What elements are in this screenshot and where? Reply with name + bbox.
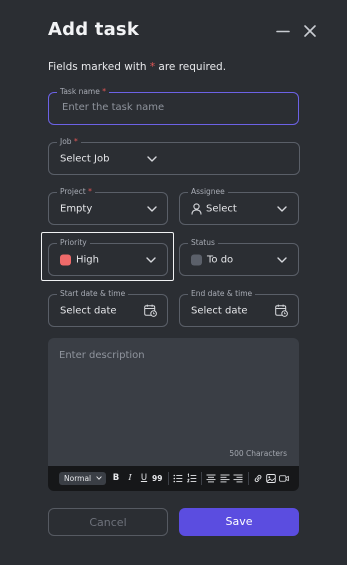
- bullet-list-icon[interactable]: [173, 473, 183, 484]
- video-icon[interactable]: [279, 473, 289, 484]
- status-select[interactable]: Status To do: [179, 238, 299, 276]
- chevron-down-icon: [96, 476, 102, 480]
- task-name-input[interactable]: [60, 101, 284, 114]
- italic-button[interactable]: I: [125, 473, 135, 484]
- start-date-field[interactable]: Start date & time Select date: [48, 289, 168, 327]
- cancel-button[interactable]: Cancel: [48, 508, 168, 536]
- job-label-text: Job: [60, 137, 72, 146]
- close-icon[interactable]: [301, 22, 319, 40]
- end-date-label: End date & time: [188, 289, 256, 299]
- toolbar-divider: [168, 472, 169, 485]
- dialog-title: Add task: [48, 19, 140, 40]
- task-name-required-star: *: [102, 87, 106, 96]
- project-label: Project *: [57, 187, 95, 197]
- priority-color-swatch: [60, 254, 71, 265]
- quote-button[interactable]: 99: [152, 473, 162, 484]
- link-icon[interactable]: [253, 473, 263, 484]
- job-label: Job *: [57, 137, 81, 147]
- align-right-icon[interactable]: [233, 473, 243, 484]
- assignee-select[interactable]: Assignee Select: [179, 187, 299, 225]
- toolbar-divider: [201, 472, 202, 485]
- underline-button[interactable]: U: [139, 473, 149, 484]
- chevron-down-icon: [277, 256, 287, 263]
- align-left-icon[interactable]: [220, 473, 230, 484]
- chevron-down-icon: [147, 205, 157, 212]
- calendar-clock-icon: [144, 304, 157, 317]
- status-label: Status: [188, 238, 218, 248]
- description-editor[interactable]: Enter description 500 Characters: [48, 338, 299, 466]
- person-icon: [191, 203, 202, 215]
- status-value: To do: [207, 254, 234, 265]
- priority-label: Priority: [57, 238, 90, 248]
- project-select[interactable]: Project * Empty: [48, 187, 168, 225]
- start-date-value: Select date: [60, 305, 117, 316]
- assignee-label: Assignee: [188, 187, 228, 197]
- save-button[interactable]: Save: [179, 508, 299, 536]
- chevron-down-icon: [147, 155, 157, 162]
- editor-toolbar: Normal B I U 99: [48, 466, 299, 491]
- task-name-field[interactable]: Task name *: [48, 87, 299, 125]
- priority-select[interactable]: Priority High: [48, 238, 168, 276]
- character-count: 500 Characters: [229, 449, 287, 458]
- image-icon[interactable]: [266, 473, 276, 484]
- numbered-list-icon[interactable]: [187, 473, 197, 484]
- calendar-clock-icon: [275, 304, 288, 317]
- job-value: Select Job: [60, 153, 110, 164]
- project-label-text: Project: [60, 187, 86, 196]
- status-color-swatch: [191, 254, 202, 265]
- minimize-icon[interactable]: [274, 22, 292, 40]
- bold-button[interactable]: B: [111, 473, 121, 484]
- description-placeholder: Enter description: [59, 350, 145, 361]
- required-note-text: Fields marked with: [48, 61, 150, 73]
- task-name-label-text: Task name: [60, 87, 100, 96]
- job-select[interactable]: Job * Select Job: [48, 137, 300, 175]
- job-required-star: *: [73, 137, 78, 146]
- text-format-value: Normal: [64, 474, 92, 483]
- required-fields-note: Fields marked with * are required.: [48, 61, 226, 73]
- text-format-select[interactable]: Normal: [59, 472, 106, 485]
- align-center-icon[interactable]: [206, 473, 216, 484]
- required-note-suffix: are required.: [155, 61, 227, 73]
- assignee-value: Select: [206, 203, 237, 214]
- end-date-value: Select date: [191, 305, 248, 316]
- start-date-label: Start date & time: [57, 289, 129, 299]
- chevron-down-icon: [277, 205, 287, 212]
- project-value: Empty: [60, 203, 93, 214]
- task-name-label: Task name *: [57, 87, 109, 97]
- priority-value: High: [76, 254, 99, 265]
- chevron-down-icon: [146, 256, 156, 263]
- toolbar-divider: [248, 472, 249, 485]
- end-date-field[interactable]: End date & time Select date: [179, 289, 299, 327]
- project-required-star: *: [88, 187, 92, 196]
